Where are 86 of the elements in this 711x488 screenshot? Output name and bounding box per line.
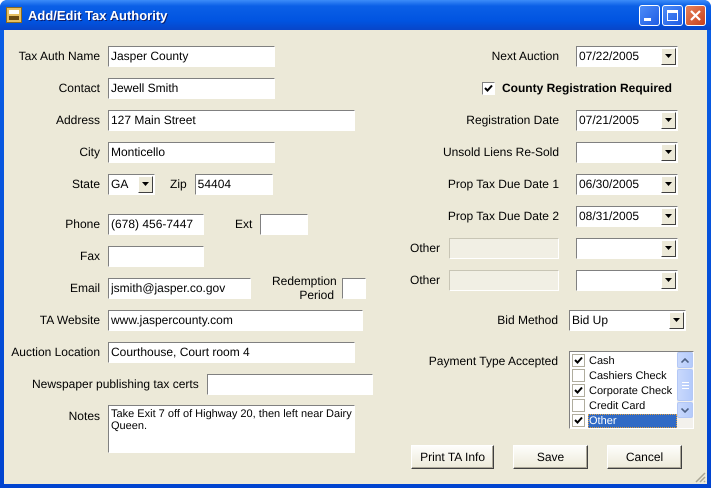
field-label: State <box>70 177 100 191</box>
checkbox[interactable] <box>572 354 585 367</box>
input-field[interactable]: 127 Main Street <box>108 110 355 130</box>
dialog-button[interactable]: Print TA Info <box>411 445 494 469</box>
field-label: Address <box>54 113 100 127</box>
input-field[interactable] <box>260 214 308 234</box>
window-title: Add/Edit Tax Authority <box>28 8 168 22</box>
checkbox[interactable] <box>572 384 585 397</box>
caret-icon <box>142 182 149 186</box>
input-field[interactable]: jsmith@jasper.co.gov <box>108 278 251 298</box>
field-label: Newspaper publishing tax certs <box>32 377 199 391</box>
checkbox[interactable] <box>572 414 585 427</box>
dropdown[interactable]: 06/30/2005 <box>576 174 678 194</box>
list-item[interactable]: Other <box>588 414 677 428</box>
field-label: Payment Type Accepted <box>428 354 558 370</box>
close-button[interactable] <box>685 4 706 26</box>
checkbox[interactable] <box>572 369 585 382</box>
dropdown[interactable] <box>576 270 678 290</box>
field-label: Other <box>410 241 440 255</box>
field-label: Bid Method <box>497 313 558 327</box>
input-field[interactable]: Monticello <box>108 142 275 162</box>
minimize-button[interactable] <box>639 4 660 26</box>
close-icon <box>690 10 701 20</box>
field-label: Other <box>410 273 440 287</box>
dropdown[interactable]: 07/21/2005 <box>576 110 678 130</box>
checkbox[interactable] <box>482 82 495 94</box>
check-icon <box>574 356 583 365</box>
check-icon <box>574 386 583 395</box>
field-label: Auction Location <box>10 345 100 359</box>
field-label: Email <box>68 281 100 295</box>
notes-field[interactable]: Take Exit 7 off of Highway 20, then left near Dairy Queen. <box>108 405 355 453</box>
input-field[interactable]: Jewell Smith <box>108 78 275 98</box>
field-label: Phone <box>64 217 100 231</box>
caret-icon <box>673 318 680 322</box>
field-label: Zip <box>170 177 187 191</box>
resize-grip-icon[interactable] <box>694 471 706 483</box>
input-field[interactable]: 54404 <box>194 174 273 194</box>
field-label: City <box>78 145 100 159</box>
field-label: Prop Tax Due Date 1 <box>448 177 559 191</box>
input-field[interactable] <box>206 374 373 394</box>
scrollbar[interactable] <box>677 352 693 428</box>
caret-icon <box>665 182 672 186</box>
field-label: Notes <box>68 409 100 423</box>
field-label: Next Auction <box>492 49 559 63</box>
caret-icon <box>665 54 672 58</box>
checkbox[interactable] <box>572 399 585 412</box>
caret-icon <box>665 150 672 154</box>
field-label: Redemption Period <box>272 274 334 302</box>
field-label: Ext <box>235 217 252 231</box>
maximize-button[interactable] <box>662 4 683 26</box>
minimize-icon <box>644 18 650 20</box>
field-label: Contact <box>58 81 100 95</box>
dropdown[interactable]: 08/31/2005 <box>576 206 678 226</box>
list-item[interactable]: Credit Card <box>588 398 677 412</box>
check-icon <box>484 84 493 92</box>
dropdown[interactable]: Bid Up <box>569 310 686 330</box>
list-item[interactable]: Corporate Check <box>588 384 677 398</box>
dialog-button[interactable]: Cancel <box>607 445 682 469</box>
field-label: TA Website <box>38 313 100 327</box>
field-label: Unsold Liens Re-Sold <box>442 145 559 159</box>
dropdown[interactable]: GA <box>108 174 155 194</box>
grip-icon <box>682 382 688 388</box>
dropdown[interactable]: 07/22/2005 <box>576 46 678 66</box>
caret-icon <box>665 278 672 282</box>
check-icon <box>574 416 583 425</box>
input-field[interactable]: www.jaspercounty.com <box>108 310 363 330</box>
field-label: Prop Tax Due Date 2 <box>448 209 559 223</box>
dropdown[interactable] <box>576 142 678 162</box>
list-item[interactable]: Cashiers Check <box>588 368 677 382</box>
app-icon <box>6 7 22 23</box>
field-label: Fax <box>78 249 100 263</box>
caret-icon <box>665 246 672 250</box>
input-field[interactable] <box>108 246 204 266</box>
input-field[interactable]: Courthouse, Court room 4 <box>108 342 355 362</box>
caret-icon <box>665 214 672 218</box>
maximize-icon <box>667 10 678 20</box>
input-field[interactable] <box>342 278 366 298</box>
list-item[interactable]: Cash <box>588 354 677 368</box>
input-field[interactable]: (678) 456-7447 <box>108 214 204 234</box>
caret-icon <box>665 118 672 122</box>
field-label: Tax Auth Name <box>18 49 100 63</box>
field-label: Registration Date <box>466 113 559 127</box>
checkbox-label: County Registration Required <box>502 81 672 95</box>
dialog-button[interactable]: Save <box>513 445 588 469</box>
dropdown[interactable] <box>576 238 678 258</box>
input-field[interactable]: Jasper County <box>108 46 275 66</box>
